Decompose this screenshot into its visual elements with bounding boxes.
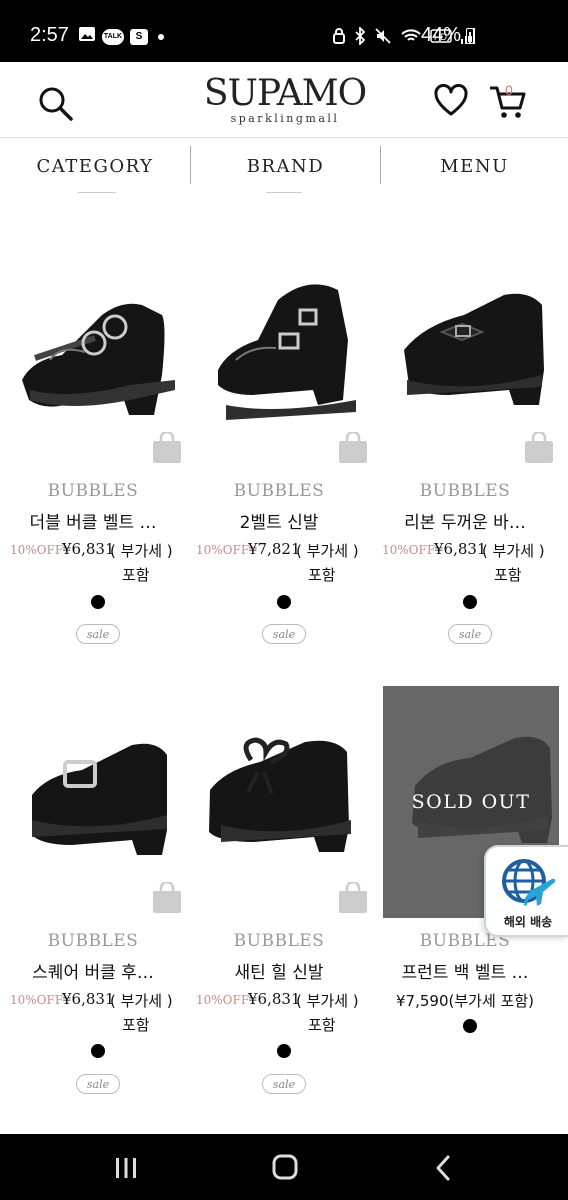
vat-included: 포함 (308, 1016, 336, 1034)
product-title[interactable]: 프런트 백 벨트 … (372, 958, 558, 983)
product-price: ¥7,590(부가세 포함) (396, 992, 534, 1010)
shopping-bag-icon[interactable] (524, 432, 554, 464)
product-card[interactable]: BUBBLES 더블 버클 벨트 … 10%OFF ¥6,831 ( 부가세 )… (0, 240, 186, 660)
price-value: ¥6,831 (62, 540, 115, 558)
product-price: 10%OFF ¥6,831 ( 부가세 ) 포함 (0, 990, 186, 1034)
site-header: SUPAMO sparklingmall 0 (0, 62, 568, 138)
vat-label: ( 부가세 ) (296, 992, 359, 1010)
gallery-icon (78, 26, 96, 47)
vat-label: ( 부가세 ) (110, 542, 173, 560)
shopping-bag-icon[interactable] (338, 882, 368, 914)
color-swatch[interactable] (463, 1019, 477, 1033)
product-price: 10%OFF ¥7,821 ( 부가세 ) 포함 (186, 540, 372, 584)
notification-dot (158, 33, 164, 40)
product-title[interactable]: 더블 버클 벨트 … (0, 508, 186, 533)
sale-badge: sale (76, 624, 120, 644)
price-value: ¥6,831 (434, 540, 487, 558)
discount-badge: 10%OFF (196, 543, 250, 557)
sale-badge: sale (448, 624, 492, 644)
battery-level: 44% (421, 24, 462, 46)
product-price: 10%OFF ¥6,831 ( 부가세 ) 포함 (0, 540, 186, 584)
nav-brand[interactable]: BRAND (191, 146, 380, 186)
product-price: 10%OFF ¥6,831 ( 부가세 ) 포함 (186, 990, 372, 1034)
product-title[interactable]: 새틴 힐 신발 (186, 958, 372, 983)
search-icon[interactable] (38, 86, 74, 122)
vat-included: 포함 (494, 566, 522, 584)
sale-badge: sale (76, 1074, 120, 1094)
wifi-icon (401, 29, 421, 41)
product-card[interactable]: BUBBLES 리본 두꺼운 바… 10%OFF ¥6,831 ( 부가세 ) … (372, 240, 558, 660)
shopping-bag-icon[interactable] (152, 432, 182, 464)
discount-badge: 10%OFF (382, 543, 436, 557)
price-value: ¥7,821 (248, 540, 301, 558)
overseas-shipping-label: 해외 배송 (503, 915, 553, 929)
product-brand: BUBBLES (47, 481, 139, 501)
globe-plane-icon (502, 859, 556, 906)
battery-icon (466, 28, 474, 44)
product-brand: BUBBLES (419, 481, 511, 501)
vat-label: ( 부가세 ) (482, 542, 545, 560)
shopping-bag-icon[interactable] (152, 882, 182, 914)
nav-underline (78, 192, 116, 193)
discount-badge: 10%OFF (10, 543, 64, 557)
nav-menu[interactable]: MENU (381, 146, 568, 186)
product-price: 10%OFF ¥6,831 ( 부가세 ) 포함 (372, 540, 558, 584)
system-nav-bar (0, 1134, 568, 1200)
s-icon: S (130, 28, 148, 45)
product-card[interactable]: BUBBLES 새틴 힐 신발 10%OFF ¥6,831 ( 부가세 ) 포함… (186, 690, 372, 1110)
back-icon[interactable] (424, 1150, 464, 1186)
shopping-bag-icon[interactable] (338, 432, 368, 464)
sale-badge: sale (262, 624, 306, 644)
price-value: ¥6,831 (62, 990, 115, 1008)
clock: 2:57 (30, 24, 69, 46)
product-brand: BUBBLES (233, 931, 325, 951)
sale-badge: sale (262, 1074, 306, 1094)
color-swatch[interactable] (277, 1044, 291, 1058)
nav-category[interactable]: CATEGORY (0, 146, 190, 186)
discount-badge: 10%OFF (10, 993, 64, 1007)
bluetooth-icon (355, 27, 366, 45)
heart-icon[interactable] (434, 84, 468, 118)
price-value: ¥6,831 (248, 990, 301, 1008)
overseas-shipping-button[interactable]: 해외 배송 (484, 845, 568, 937)
logo-text: SUPAMO (203, 73, 367, 114)
discount-badge: 10%OFF (196, 993, 250, 1007)
product-title[interactable]: 2벨트 신발 (186, 508, 372, 533)
product-brand: BUBBLES (47, 931, 139, 951)
lock-icon (333, 28, 345, 44)
talk-icon: TALK (102, 28, 124, 45)
color-swatch[interactable] (91, 1044, 105, 1058)
cart-count: 0 (505, 82, 513, 98)
mute-icon (375, 28, 391, 44)
recent-apps-icon[interactable] (106, 1150, 146, 1186)
color-swatch[interactable] (277, 595, 291, 609)
product-card[interactable]: BUBBLES 스퀘어 버클 후… 10%OFF ¥6,831 ( 부가세 ) … (0, 690, 186, 1110)
color-swatch[interactable] (91, 595, 105, 609)
vat-included: 포함 (122, 566, 150, 584)
site-logo[interactable]: SUPAMO sparklingmall (200, 73, 370, 126)
vat-label: ( 부가세 ) (296, 542, 359, 560)
nav-underline (266, 192, 302, 193)
vat-included: 포함 (308, 566, 336, 584)
vat-included: 포함 (122, 1016, 150, 1034)
color-swatch[interactable] (463, 595, 477, 609)
main-nav: CATEGORY BRAND MENU (0, 138, 568, 194)
product-title[interactable]: 리본 두꺼운 바… (372, 508, 558, 533)
home-icon[interactable] (265, 1150, 305, 1186)
status-bar: 2:57 TALK S HD 44% (0, 0, 568, 62)
vat-label: ( 부가세 ) (110, 992, 173, 1010)
product-card[interactable]: BUBBLES 2벨트 신발 10%OFF ¥7,821 ( 부가세 ) 포함 … (186, 240, 372, 660)
product-title[interactable]: 스퀘어 버클 후… (0, 958, 186, 983)
product-brand: BUBBLES (233, 481, 325, 501)
